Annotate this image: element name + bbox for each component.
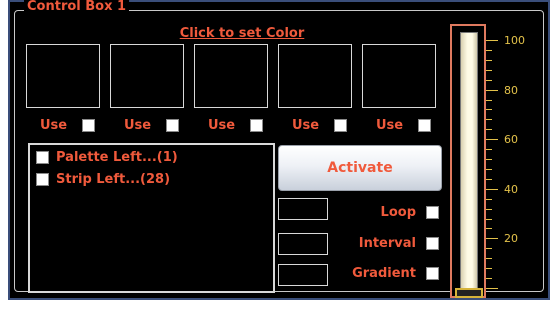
- color-swatch-3[interactable]: [194, 44, 268, 108]
- slider-tick-label: 60: [504, 133, 518, 146]
- list-item-label: Palette Left...(1): [56, 150, 178, 165]
- slider-tick-label: 40: [504, 183, 518, 196]
- loop-label: Loop: [380, 205, 416, 220]
- use-label: Use: [40, 118, 68, 133]
- gradient-input[interactable]: [278, 264, 328, 286]
- use-label: Use: [208, 118, 236, 133]
- slider-tick: [486, 90, 498, 91]
- use-checkbox-1[interactable]: [82, 119, 95, 132]
- slider-tick: [486, 149, 492, 150]
- slider-tick: [486, 228, 492, 229]
- use-checkbox-2[interactable]: [166, 119, 179, 132]
- slider-tick: [486, 169, 492, 170]
- slider-tick: [486, 268, 492, 269]
- level-slider[interactable]: 100 80 60 40 20: [450, 24, 554, 300]
- color-swatch-4[interactable]: [278, 44, 352, 108]
- use-checkbox-3[interactable]: [250, 119, 263, 132]
- gradient-checkbox[interactable]: [426, 267, 439, 280]
- use-checkbox-5[interactable]: [418, 119, 431, 132]
- slider-thumb[interactable]: [455, 288, 483, 298]
- color-swatch-1[interactable]: [26, 44, 100, 108]
- use-checkbox-4[interactable]: [334, 119, 347, 132]
- slider-tick: [486, 50, 492, 51]
- slider-tick: [486, 60, 492, 61]
- color-swatch-5[interactable]: [362, 44, 436, 108]
- list-item-checkbox[interactable]: [36, 173, 49, 186]
- interval-input[interactable]: [278, 233, 328, 255]
- use-label: Use: [292, 118, 320, 133]
- slider-tick: [486, 209, 492, 210]
- slider-tick: [486, 219, 492, 220]
- interval-label: Interval: [358, 236, 416, 251]
- loop-input[interactable]: [278, 198, 328, 220]
- activate-button[interactable]: Activate: [278, 145, 442, 191]
- list-item-checkbox[interactable]: [36, 151, 49, 164]
- slider-tick: [486, 80, 492, 81]
- control-box-panel: Control Box 1 Click to set Color Use Use…: [8, 0, 550, 300]
- slider-tick-label: 20: [504, 232, 518, 245]
- list-item-label: Strip Left...(28): [56, 172, 171, 187]
- strip-list-box[interactable]: Palette Left...(1) Strip Left...(28): [28, 143, 275, 293]
- slider-frame: [450, 24, 486, 298]
- slider-tick: [486, 288, 498, 289]
- color-swatch-2[interactable]: [110, 44, 184, 108]
- slider-tick-label: 100: [504, 34, 525, 47]
- slider-tick-label: 80: [504, 84, 518, 97]
- slider-track[interactable]: [460, 32, 478, 292]
- interval-checkbox[interactable]: [426, 237, 439, 250]
- gradient-label: Gradient: [352, 266, 416, 281]
- slider-tick: [486, 100, 492, 101]
- slider-tick: [486, 189, 498, 190]
- click-to-set-color-link[interactable]: Click to set Color: [162, 26, 322, 41]
- control-box-title: Control Box 1: [24, 0, 130, 14]
- use-label: Use: [124, 118, 152, 133]
- slider-tick: [486, 159, 492, 160]
- slider-tick: [486, 70, 492, 71]
- slider-tick: [486, 109, 492, 110]
- slider-tick: [486, 119, 492, 120]
- use-label: Use: [376, 118, 404, 133]
- loop-checkbox[interactable]: [426, 206, 439, 219]
- slider-tick: [486, 248, 492, 249]
- slider-tick: [486, 40, 498, 41]
- slider-tick: [486, 238, 498, 239]
- slider-tick: [486, 139, 498, 140]
- slider-tick: [486, 199, 492, 200]
- slider-tick: [486, 129, 492, 130]
- slider-tick: [486, 179, 492, 180]
- slider-tick: [486, 258, 492, 259]
- slider-tick: [486, 278, 492, 279]
